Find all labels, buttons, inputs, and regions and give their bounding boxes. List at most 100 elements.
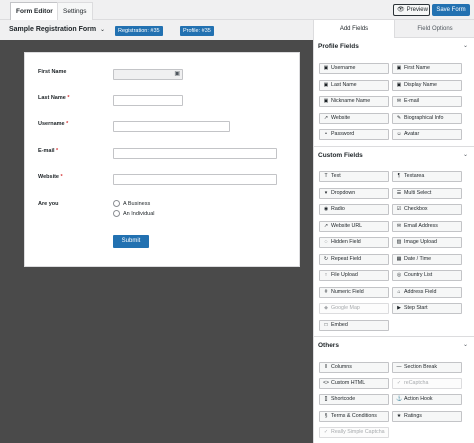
chevron-down-icon[interactable]: ⌄: [463, 151, 468, 158]
field-button-checkbox[interactable]: ☑ Checkbox: [392, 204, 462, 215]
radio-button[interactable]: [113, 210, 120, 217]
country-list-icon: ◎: [396, 272, 402, 278]
field-button-custom-html[interactable]: <> Custom HTML: [319, 378, 389, 390]
field-button-website-url[interactable]: ↗ Website URL: [319, 220, 389, 232]
others-heading[interactable]: Others: [318, 342, 339, 349]
field-button-label: Username: [331, 65, 356, 71]
email-label: E-mail *: [38, 148, 59, 154]
columns-icon: ‖: [324, 364, 328, 370]
chevron-down-icon[interactable]: ⌄: [463, 42, 468, 49]
field-button-action-hook[interactable]: ⚓ Action Hook: [392, 394, 462, 406]
field-button-username[interactable]: ▣ Username: [319, 63, 389, 74]
dropdown-icon: ▾: [324, 189, 328, 196]
save-form-button[interactable]: Save Form: [432, 4, 470, 16]
repeat-field-icon: ↻: [323, 255, 329, 262]
field-button-label: Textarea: [404, 173, 425, 179]
recaptcha-icon: ✓: [396, 380, 402, 387]
chevron-down-icon[interactable]: ⌄: [100, 26, 105, 33]
field-button-e-mail[interactable]: ✉ E-mail: [392, 96, 462, 108]
last-name-input[interactable]: [113, 95, 183, 106]
email-input[interactable]: [113, 148, 277, 159]
profile-shortcode-badge[interactable]: Profile: #35: [180, 26, 214, 36]
username-label: Username *: [38, 121, 69, 127]
website-input[interactable]: [113, 174, 277, 185]
first-name-label: First Name: [38, 69, 67, 75]
field-button-address-field[interactable]: ⌂ Address Field: [392, 286, 462, 298]
field-button-hidden-field[interactable]: ◌ Hidden Field: [319, 237, 389, 248]
field-button-label: Dropdown: [331, 189, 356, 196]
tab-add-fields[interactable]: Add Fields: [314, 20, 394, 38]
address-field-icon: ⌂: [397, 288, 401, 295]
e-mail-icon: ✉: [396, 98, 402, 105]
field-button-multi-select[interactable]: ☰ Multi Select: [392, 187, 462, 199]
field-button-section-break[interactable]: — Section Break: [392, 362, 462, 373]
profile-fields-heading[interactable]: Profile Fields: [318, 43, 359, 50]
fields-panel: Add Fields Field Options Profile Fields …: [313, 20, 474, 443]
field-button-numeric-field[interactable]: # Numeric Field: [319, 286, 389, 298]
field-button-textarea[interactable]: ¶ Textarea: [392, 171, 462, 182]
radio-option-individual[interactable]: An Individual: [113, 210, 155, 217]
shortcode-icon: []: [324, 396, 328, 403]
avatar-icon: ☺: [396, 131, 402, 138]
google-map-icon: ◆: [324, 305, 328, 311]
field-button-country-list[interactable]: ◎ Country List: [392, 270, 462, 281]
field-button-label: E-mail: [404, 98, 420, 105]
field-button-recaptcha[interactable]: ✓ reCaptcha: [392, 378, 462, 390]
field-button-file-upload[interactable]: ↑ File Upload: [319, 270, 389, 281]
field-button-nickname-name[interactable]: ▣ Nickname Name: [319, 96, 389, 108]
field-button-website[interactable]: ↗ Website: [319, 112, 389, 124]
field-button-last-name[interactable]: ▣ Last Name: [319, 79, 389, 91]
field-button-text[interactable]: T Text: [319, 171, 389, 182]
field-button-label: Step Start: [404, 305, 428, 311]
field-button-google-map[interactable]: ◆ Google Map: [319, 303, 389, 314]
field-button-label: Biographical Info: [404, 114, 444, 121]
field-button-step-start[interactable]: ▶ Step Start: [392, 303, 462, 314]
field-button-label: Ratings: [404, 412, 422, 419]
custom-fields-heading[interactable]: Custom Fields: [318, 152, 363, 159]
field-button-password[interactable]: • Password: [319, 129, 389, 141]
field-button-columns[interactable]: ‖ Columns: [319, 362, 389, 373]
field-button-ratings[interactable]: ★ Ratings: [392, 410, 462, 422]
tab-form-editor[interactable]: Form Editor: [10, 2, 59, 20]
field-button-date-time[interactable]: ▦ Date / Time: [392, 253, 462, 265]
field-button-label: File Upload: [331, 272, 358, 278]
field-button-embed[interactable]: □ Embed: [319, 319, 389, 331]
tab-settings[interactable]: Settings: [57, 2, 93, 20]
field-button-display-name[interactable]: ▣ Display Name: [392, 79, 462, 91]
field-button-first-name[interactable]: ▣ First Name: [392, 63, 462, 74]
field-button-shortcode[interactable]: [] Shortcode: [319, 394, 389, 406]
field-button-label: Google Map: [331, 305, 360, 311]
preview-button[interactable]: 👁 Preview: [393, 4, 430, 16]
field-button-dropdown[interactable]: ▾ Dropdown: [319, 187, 389, 199]
tab-field-options[interactable]: Field Options: [394, 20, 474, 38]
registration-shortcode-badge[interactable]: Registration: #35: [115, 26, 163, 36]
form-title-bar: Sample Registration Form ⌄ Registration:…: [0, 20, 313, 40]
field-button-really-simple-captcha[interactable]: ✓ Really Simple Captcha: [319, 426, 389, 438]
field-button-label: Embed: [331, 321, 348, 328]
username-input[interactable]: [113, 121, 230, 132]
chevron-down-icon[interactable]: ⌄: [463, 341, 468, 348]
field-button-label: Display Name: [404, 81, 437, 88]
field-button-label: Address Field: [404, 288, 437, 295]
nickname-name-icon: ▣: [323, 98, 329, 105]
radio-option-business[interactable]: A Business: [113, 200, 150, 207]
form-canvas: First Name ▣ Last Name * Username * E-ma…: [0, 40, 313, 443]
submit-button[interactable]: Submit: [113, 235, 149, 248]
field-button-label: Columns: [331, 364, 352, 370]
radio-button[interactable]: [113, 200, 120, 207]
field-button-avatar[interactable]: ☺ Avatar: [392, 129, 462, 141]
field-button-email-address[interactable]: ✉ Email Address: [392, 220, 462, 232]
terms-conditions-icon: §: [324, 412, 328, 419]
field-button-image-upload[interactable]: ▨ Image Upload: [392, 237, 462, 248]
field-button-repeat-field[interactable]: ↻ Repeat Field: [319, 253, 389, 265]
field-button-radio[interactable]: ◉ Radio: [319, 204, 389, 215]
field-button-biographical-info[interactable]: ✎ Biographical Info: [392, 112, 462, 124]
form-title[interactable]: Sample Registration Form: [9, 26, 96, 33]
really-simple-captcha-icon: ✓: [323, 428, 329, 435]
field-button-label: Section Break: [404, 364, 437, 370]
username-icon: ▣: [323, 65, 329, 71]
field-button-label: Action Hook: [404, 396, 433, 403]
first-name-input[interactable]: ▣: [113, 69, 183, 80]
field-button-terms-conditions[interactable]: § Terms & Conditions: [319, 410, 389, 422]
first-name-icon: ▣: [396, 65, 402, 71]
